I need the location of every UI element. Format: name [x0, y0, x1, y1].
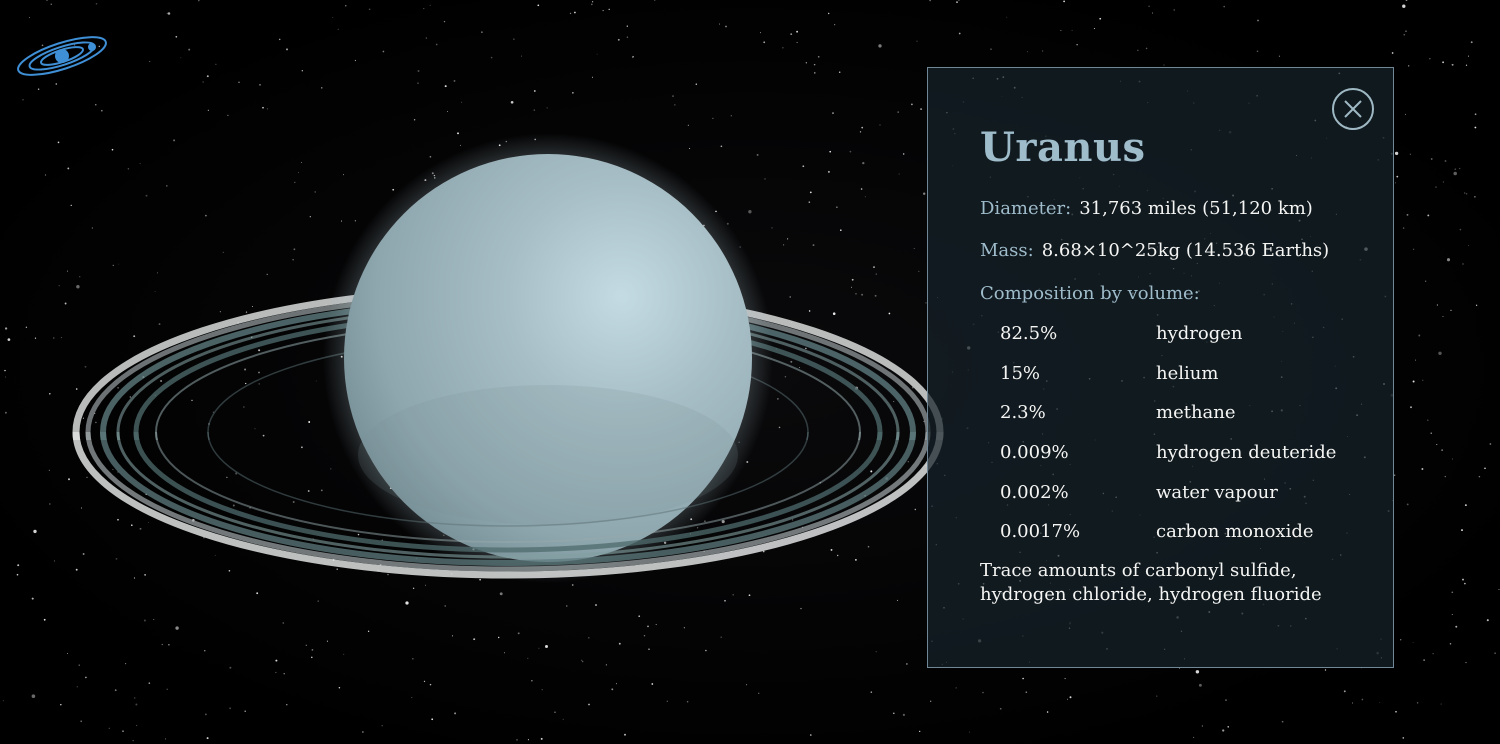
composition-gas: helium: [1156, 363, 1219, 384]
mass-label: Mass:: [980, 240, 1034, 261]
solar-system-icon: [17, 36, 107, 76]
composition-heading: Composition by volume:: [980, 283, 1200, 304]
planet-title: Uranus: [980, 124, 1146, 171]
mass-value: 8.68×10^25kg (14.536 Earths): [1041, 240, 1330, 261]
composition-percent: 15%: [1000, 363, 1041, 384]
composition-row: 2.3% methane: [1000, 401, 1380, 425]
solar-system-logo-button[interactable]: [14, 30, 110, 82]
composition-percent: 0.009%: [1000, 442, 1069, 463]
composition-percent: 2.3%: [1000, 402, 1046, 423]
composition-row: 0.009% hydrogen deuteride: [1000, 441, 1380, 465]
composition-row: 0.0017% carbon monoxide: [1000, 520, 1380, 544]
composition-percent: 0.0017%: [1000, 521, 1081, 542]
diameter-label: Diameter:: [980, 198, 1072, 219]
diameter-row: Diameter: 31,763 miles (51,120 km): [980, 197, 1313, 221]
planet-info-panel: Uranus Diameter: 31,763 miles (51,120 km)…: [927, 67, 1394, 668]
composition-percent: 0.002%: [1000, 482, 1069, 503]
composition-gas: carbon monoxide: [1156, 521, 1314, 542]
close-button[interactable]: [1332, 88, 1374, 130]
space-scene: Uranus Diameter: 31,763 miles (51,120 km)…: [0, 0, 1500, 744]
composition-percent: 82.5%: [1000, 323, 1058, 344]
composition-row: 15% helium: [1000, 362, 1380, 386]
composition-gas: hydrogen deuteride: [1156, 442, 1337, 463]
composition-row: 0.002% water vapour: [1000, 481, 1380, 505]
trace-gases-note: Trace amounts of carbonyl sulfide, hydro…: [980, 560, 1322, 605]
composition-gas: hydrogen: [1156, 323, 1243, 344]
close-icon: [1344, 100, 1362, 118]
composition-gas: water vapour: [1156, 482, 1278, 503]
mass-row: Mass: 8.68×10^25kg (14.536 Earths): [980, 239, 1329, 263]
diameter-value: 31,763 miles (51,120 km): [1079, 198, 1313, 219]
composition-row: 82.5% hydrogen: [1000, 322, 1380, 346]
composition-gas: methane: [1156, 402, 1236, 423]
